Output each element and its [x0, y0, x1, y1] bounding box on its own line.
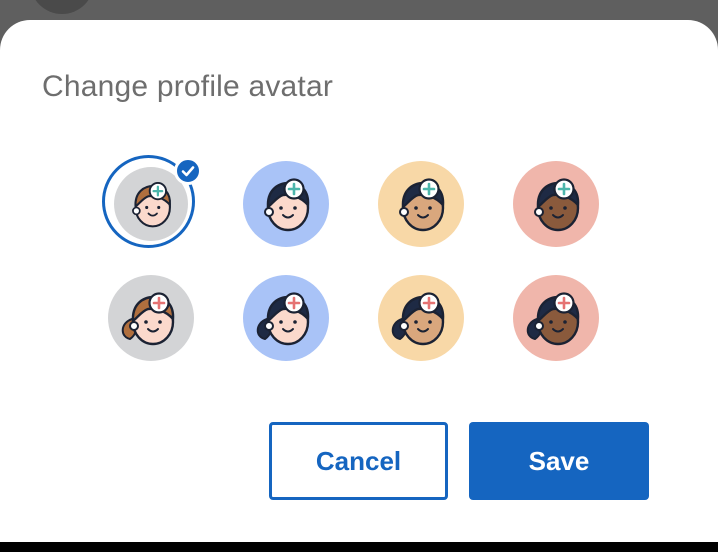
background-avatar	[30, 0, 94, 14]
change-avatar-dialog: Change profile avatar Cancel Save	[0, 20, 718, 542]
navigation-bar	[0, 542, 718, 552]
nurse-avatar-icon	[378, 275, 464, 361]
avatar-option-3[interactable]	[378, 161, 464, 247]
avatar-option-5[interactable]	[108, 275, 194, 361]
avatar-option-8[interactable]	[513, 275, 599, 361]
cancel-button[interactable]: Cancel	[269, 422, 448, 500]
nurse-avatar-icon	[243, 161, 329, 247]
avatar-option-2[interactable]	[243, 161, 329, 247]
dialog-title: Change profile avatar	[42, 70, 334, 103]
nurse-avatar-icon	[108, 275, 194, 361]
check-circle-icon	[174, 157, 202, 185]
avatar-option-7[interactable]	[378, 275, 464, 361]
nurse-avatar-icon	[378, 161, 464, 247]
avatar-option-6[interactable]	[243, 275, 329, 361]
avatar-option-1[interactable]	[101, 154, 202, 248]
nurse-avatar-icon	[513, 275, 599, 361]
save-button[interactable]: Save	[469, 422, 649, 500]
nurse-avatar-icon	[243, 275, 329, 361]
avatar-option-4[interactable]	[513, 161, 599, 247]
nurse-avatar-icon	[513, 161, 599, 247]
